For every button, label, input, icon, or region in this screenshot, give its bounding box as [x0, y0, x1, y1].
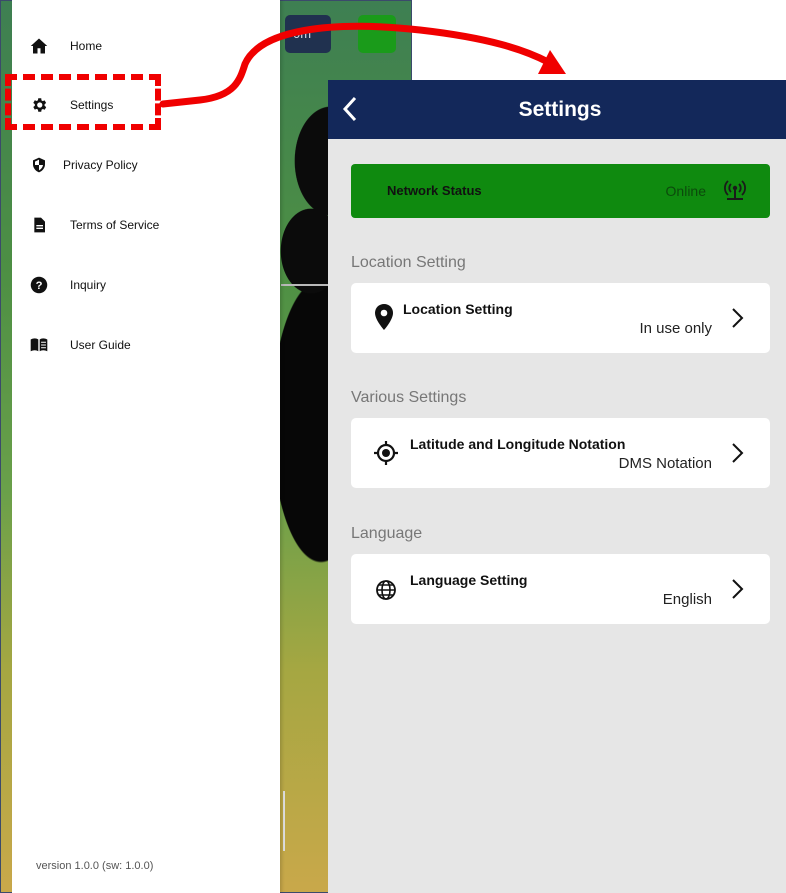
map-green-button[interactable]: [358, 15, 396, 53]
language-setting-value: English: [662, 591, 712, 608]
drawer-item-label: Inquiry: [70, 278, 107, 292]
drawer-item-inquiry[interactable]: ? Inquiry: [12, 265, 280, 305]
section-header-location: Location Setting: [351, 254, 466, 271]
broadcast-icon: [722, 178, 748, 202]
chevron-right-icon: [730, 305, 746, 331]
version-label: version 1.0.0 (sw: 1.0.0): [36, 860, 154, 872]
location-setting-value: In use only: [639, 320, 712, 337]
location-setting-title: Location Setting: [403, 301, 513, 317]
settings-header: Settings: [328, 80, 786, 139]
language-setting-card[interactable]: Language Setting English: [351, 554, 770, 624]
map-scale-bar: [283, 791, 291, 851]
page-title: Settings: [518, 98, 602, 121]
question-icon: ?: [30, 276, 48, 294]
language-setting-title: Language Setting: [410, 572, 528, 588]
drawer-item-label: Terms of Service: [70, 218, 160, 232]
annotation-highlight-box: [5, 74, 161, 130]
svg-text:?: ?: [36, 280, 43, 292]
shield-icon: [30, 156, 48, 174]
section-header-various: Various Settings: [351, 389, 467, 406]
drawer-item-terms[interactable]: Terms of Service: [12, 205, 280, 245]
drawer-item-privacy-policy[interactable]: Privacy Policy: [12, 145, 280, 185]
drawer-item-user-guide[interactable]: User Guide: [12, 325, 280, 365]
home-icon: [30, 37, 48, 55]
settings-screen: Settings Network Status Online Location …: [328, 80, 786, 893]
crosshair-icon: [373, 440, 399, 466]
drawer-item-home[interactable]: Home: [12, 26, 280, 66]
map-distance-chip[interactable]: 0m: [285, 15, 331, 53]
location-setting-card[interactable]: Location Setting In use only: [351, 283, 770, 353]
drawer-item-label: User Guide: [70, 338, 131, 352]
globe-icon: [375, 579, 397, 601]
drawer-item-label: Home: [70, 39, 103, 53]
lat-long-notation-card[interactable]: Latitude and Longitude Notation DMS Nota…: [351, 418, 770, 488]
network-status-bar: Network Status Online: [351, 164, 770, 218]
section-header-language: Language: [351, 525, 423, 542]
book-icon: [30, 336, 48, 354]
chevron-right-icon: [730, 440, 746, 466]
document-icon: [30, 216, 48, 234]
lat-long-notation-title: Latitude and Longitude Notation: [410, 436, 626, 452]
chevron-right-icon: [730, 576, 746, 602]
network-status-label: Network Status: [387, 183, 482, 198]
network-status-value: Online: [665, 183, 706, 199]
location-pin-icon: [373, 303, 395, 331]
navigation-drawer: Home Settings Privacy Policy Terms of Se…: [12, 0, 280, 893]
lat-long-notation-value: DMS Notation: [618, 455, 712, 472]
drawer-item-label: Privacy Policy: [63, 158, 138, 172]
